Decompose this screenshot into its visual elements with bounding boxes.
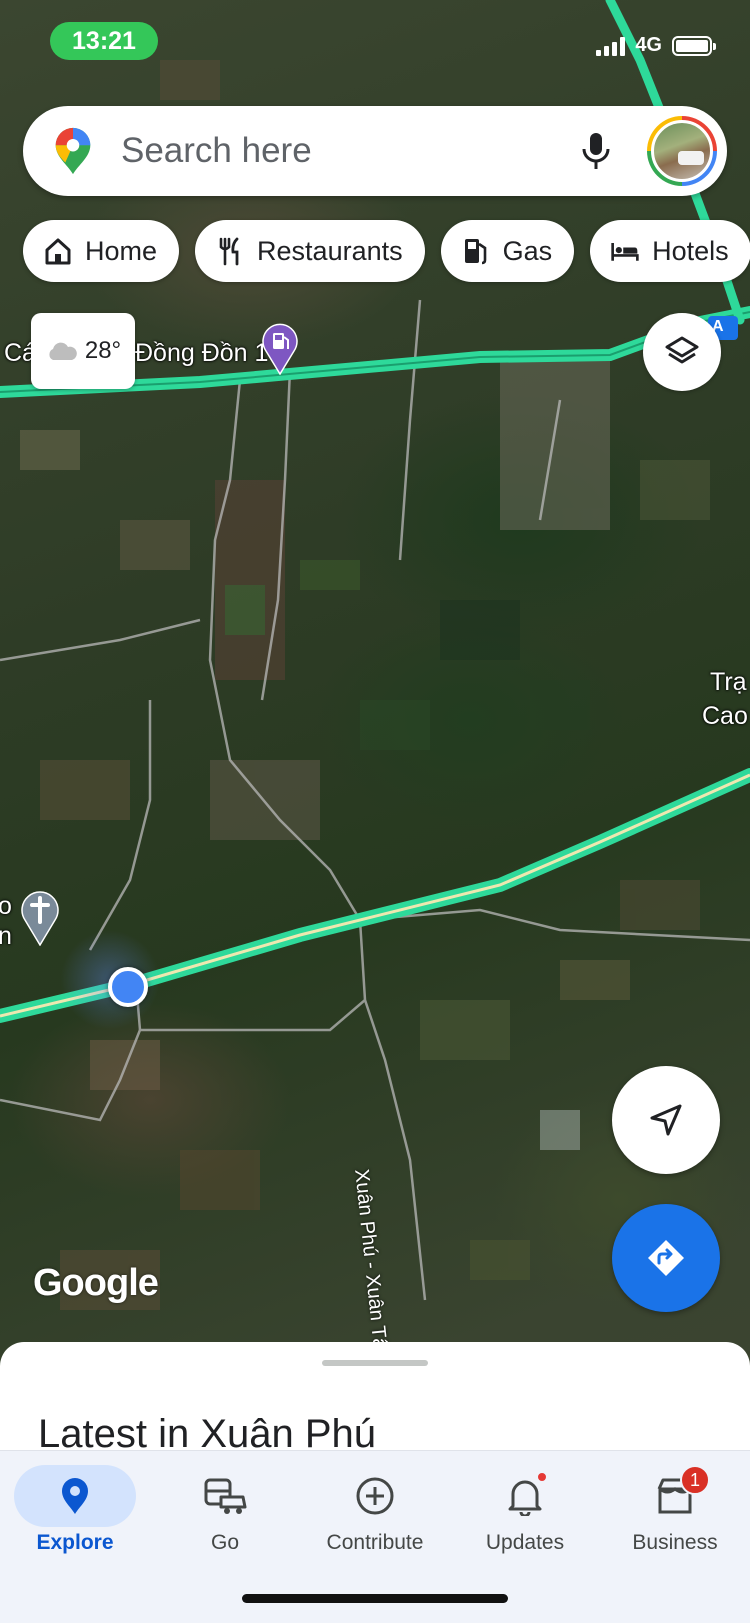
explore-bottom-sheet[interactable]: Latest in Xuân Phú — [0, 1342, 750, 1452]
add-circle-icon — [356, 1477, 394, 1515]
directions-button[interactable] — [612, 1204, 720, 1312]
search-input[interactable]: Search here — [121, 131, 579, 171]
nav-label: Explore — [36, 1531, 114, 1554]
status-indicators: 4G — [596, 34, 716, 57]
nav-label: Contribute — [326, 1531, 424, 1554]
layers-icon — [665, 336, 699, 364]
navigation-arrow-icon — [650, 1104, 682, 1136]
battery-icon — [672, 35, 716, 56]
chip-label: Hotels — [652, 235, 729, 266]
nav-explore[interactable]: Explore — [0, 1465, 150, 1565]
nav-label: Go — [210, 1531, 239, 1554]
bell-icon — [508, 1480, 542, 1516]
chip-label: Restaurants — [257, 235, 403, 266]
chip-home[interactable]: Home — [23, 220, 180, 282]
google-maps-logo-icon — [55, 127, 91, 175]
cloud-icon — [49, 342, 77, 360]
map-label-place-1: Trạ — [710, 668, 747, 696]
sheet-title: Latest in Xuân Phú — [38, 1412, 377, 1452]
nav-business[interactable]: 1 Business — [600, 1465, 750, 1565]
status-time: 13:21 — [50, 22, 158, 60]
restaurant-icon — [219, 237, 239, 266]
nav-label: Updates — [485, 1531, 565, 1554]
map-label-church-2: n — [0, 922, 12, 950]
hotel-icon — [611, 243, 639, 261]
notification-dot — [536, 1471, 548, 1483]
map-label-place-2: Cao — [702, 702, 748, 730]
chip-hotels[interactable]: Hotels — [590, 220, 750, 282]
business-badge: 1 — [680, 1465, 710, 1495]
directions-icon — [648, 1240, 684, 1276]
explore-pin-icon — [62, 1478, 88, 1514]
google-attribution: Google — [33, 1262, 159, 1304]
signal-icon — [596, 36, 626, 56]
map-label-poi: Đồng Đồn 1 — [135, 339, 269, 367]
search-bar[interactable]: Search here — [23, 106, 727, 196]
nav-label: Business — [632, 1531, 718, 1554]
chip-label: Home — [85, 235, 158, 266]
category-chips: Home Restaurants Gas Hotels — [23, 220, 750, 282]
nav-contribute[interactable]: Contribute — [300, 1465, 450, 1565]
weather-temperature: 28° — [84, 337, 122, 364]
chip-gas[interactable]: Gas — [440, 220, 575, 282]
microphone-icon[interactable] — [579, 131, 613, 171]
my-location-dot — [108, 967, 148, 1007]
nav-go[interactable]: Go — [150, 1465, 300, 1565]
gas-station-icon — [464, 239, 486, 265]
weather-widget[interactable]: 28° — [31, 313, 135, 389]
home-icon — [45, 238, 71, 265]
commute-icon — [204, 1478, 247, 1514]
chip-label: Gas — [502, 235, 553, 266]
avatar[interactable] — [647, 116, 717, 186]
nav-updates[interactable]: Updates — [450, 1465, 600, 1565]
sheet-drag-handle[interactable] — [322, 1360, 428, 1366]
map-label-church-1: o — [0, 892, 12, 920]
my-location-button[interactable] — [612, 1066, 720, 1174]
home-indicator — [242, 1594, 508, 1603]
layers-button[interactable] — [643, 313, 721, 391]
network-type: 4G — [635, 34, 662, 56]
chip-restaurants[interactable]: Restaurants — [195, 220, 425, 282]
